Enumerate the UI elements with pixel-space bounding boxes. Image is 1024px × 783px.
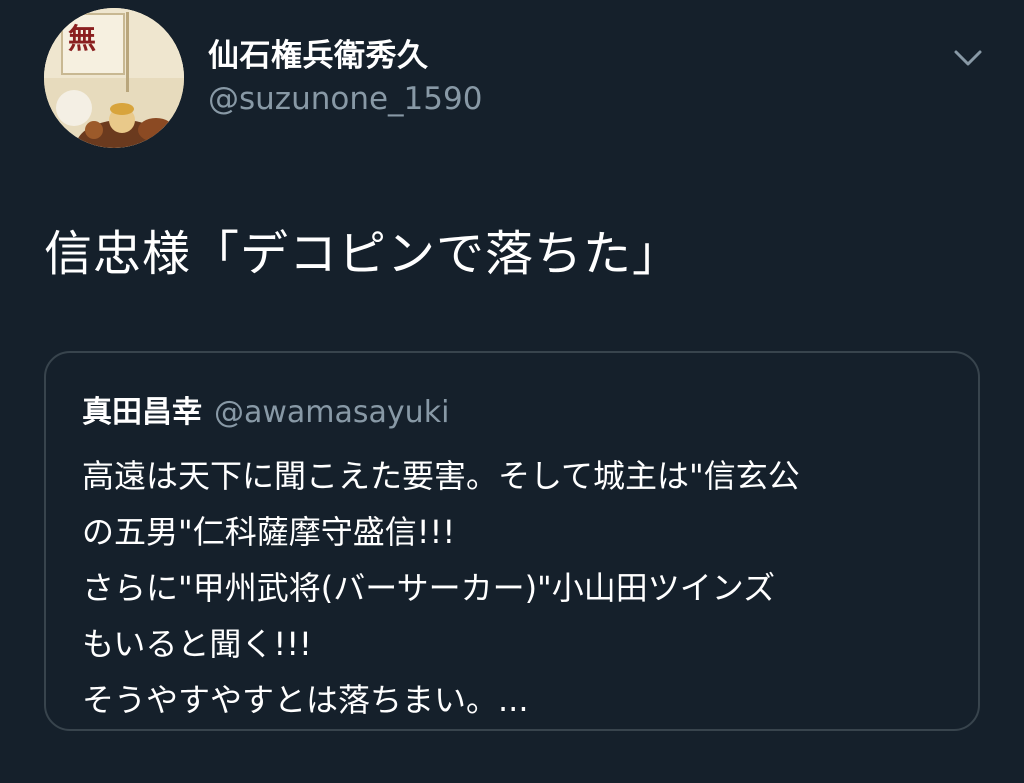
quoted-text-line: 高遠は天下に聞こえた要害。そして城主は"信玄公 <box>82 457 800 495</box>
svg-text:無: 無 <box>68 22 96 55</box>
user-handle[interactable]: @suzunone_1590 <box>208 81 482 117</box>
tweet: 無 仙石権兵衛秀久 @suzunone_1590 信忠様「デコピンで落ちた」 真… <box>0 0 1024 783</box>
tweet-text: 信忠様「デコピンで落ちた」 <box>44 226 682 282</box>
chevron-down-icon[interactable] <box>950 40 986 76</box>
quoted-text-line: もいると聞く!!! <box>82 625 312 663</box>
quoted-tweet-text: 高遠は天下に聞こえた要害。そして城主は"信玄公 の五男"仁科薩摩守盛信!!! さ… <box>82 448 952 728</box>
avatar-image: 無 <box>44 8 184 148</box>
quoted-tweet-header: 真田昌幸 @awamasayuki <box>82 387 449 431</box>
quoted-text-line: そうやすやすとは落ちまい。... <box>82 681 529 719</box>
quoted-text-line: の五男"仁科薩摩守盛信!!! <box>82 513 456 551</box>
quoted-text-line: さらに"甲州武将(バーサーカー)"小山田ツインズ <box>82 569 776 607</box>
quoted-display-name: 真田昌幸 <box>82 395 202 430</box>
display-name[interactable]: 仙石権兵衛秀久 <box>208 30 429 75</box>
quoted-user-handle: @awamasayuki <box>214 395 450 430</box>
quoted-tweet[interactable]: 真田昌幸 @awamasayuki 高遠は天下に聞こえた要害。そして城主は"信玄公… <box>44 351 980 731</box>
avatar[interactable]: 無 <box>44 8 184 148</box>
